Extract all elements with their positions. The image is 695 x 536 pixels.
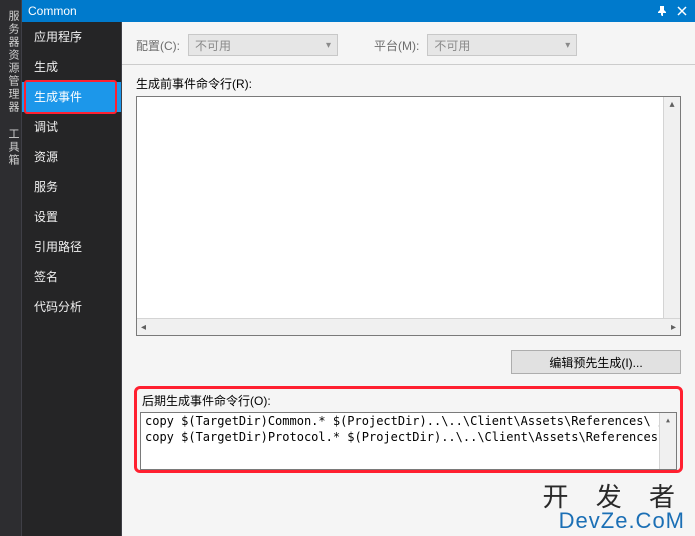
close-icon[interactable] [675, 4, 689, 18]
platform-label: 平台(M): [374, 37, 419, 54]
properties-panel: Common 应用程序 生成 生成事件 调试 资源 服务 设置 引用路径 签名 … [22, 0, 695, 536]
configuration-label: 配置(C): [136, 37, 180, 54]
sidebar-item-signing[interactable]: 签名 [22, 262, 121, 292]
configuration-dropdown: 不可用 ▾ [188, 34, 338, 56]
scroll-right-icon[interactable]: ▸ [667, 322, 680, 333]
sidebar-item-build-events[interactable]: 生成事件 [22, 82, 121, 112]
vertical-toolbox-strip[interactable]: 服务器资源管理器 工具箱 [0, 0, 22, 536]
sidebar-item-resources[interactable]: 资源 [22, 142, 121, 172]
postbuild-line-1: copy $(TargetDir)Common.* $(ProjectDir).… [141, 413, 676, 429]
postbuild-command-textarea[interactable]: copy $(TargetDir)Common.* $(ProjectDir).… [140, 412, 677, 470]
title-bar: Common [22, 0, 695, 22]
configuration-value: 不可用 [195, 37, 231, 54]
scrollbar-vertical[interactable]: ▴ [663, 97, 680, 318]
sidebar: 应用程序 生成 生成事件 调试 资源 服务 设置 引用路径 签名 代码分析 [22, 22, 122, 536]
chevron-down-icon: ▾ [565, 40, 570, 51]
config-row: 配置(C): 不可用 ▾ 平台(M): 不可用 ▾ [122, 22, 695, 65]
platform-dropdown: 不可用 ▾ [427, 34, 577, 56]
sidebar-item-debug[interactable]: 调试 [22, 112, 121, 142]
prebuild-label: 生成前事件命令行(R): [136, 75, 681, 92]
sidebar-item-services[interactable]: 服务 [22, 172, 121, 202]
sidebar-item-code-analysis[interactable]: 代码分析 [22, 292, 121, 322]
scrollbar-horizontal[interactable]: ◂ ▸ [137, 318, 680, 335]
postbuild-label: 后期生成事件命令行(O): [142, 392, 677, 409]
content-area: 配置(C): 不可用 ▾ 平台(M): 不可用 ▾ 生成前事件命令行(R): ▴ [122, 22, 695, 536]
scroll-left-icon[interactable]: ◂ [137, 322, 150, 333]
scroll-up-icon[interactable]: ▴ [664, 97, 680, 112]
sidebar-item-reference-paths[interactable]: 引用路径 [22, 232, 121, 262]
platform-value: 不可用 [434, 37, 470, 54]
watermark-line2: DevZe.CoM [543, 510, 685, 532]
scrollbar-vertical[interactable]: ▴ [659, 413, 676, 469]
postbuild-highlight-box: 后期生成事件命令行(O): copy $(TargetDir)Common.* … [134, 386, 683, 473]
sidebar-item-build[interactable]: 生成 [22, 52, 121, 82]
prebuild-command-textarea[interactable]: ▴ ◂ ▸ [136, 96, 681, 336]
panel-title: Common [28, 4, 77, 18]
sidebar-item-settings[interactable]: 设置 [22, 202, 121, 232]
chevron-down-icon: ▾ [326, 40, 331, 51]
pin-icon[interactable] [655, 4, 669, 18]
watermark: 开 发 者 DevZe.CoM [543, 484, 685, 532]
sidebar-item-application[interactable]: 应用程序 [22, 22, 121, 52]
scroll-up-icon[interactable]: ▴ [660, 413, 676, 428]
watermark-line1: 开 发 者 [543, 484, 685, 510]
edit-prebuild-button[interactable]: 编辑预先生成(I)... [511, 350, 681, 374]
postbuild-line-2: copy $(TargetDir)Protocol.* $(ProjectDir… [141, 429, 676, 445]
